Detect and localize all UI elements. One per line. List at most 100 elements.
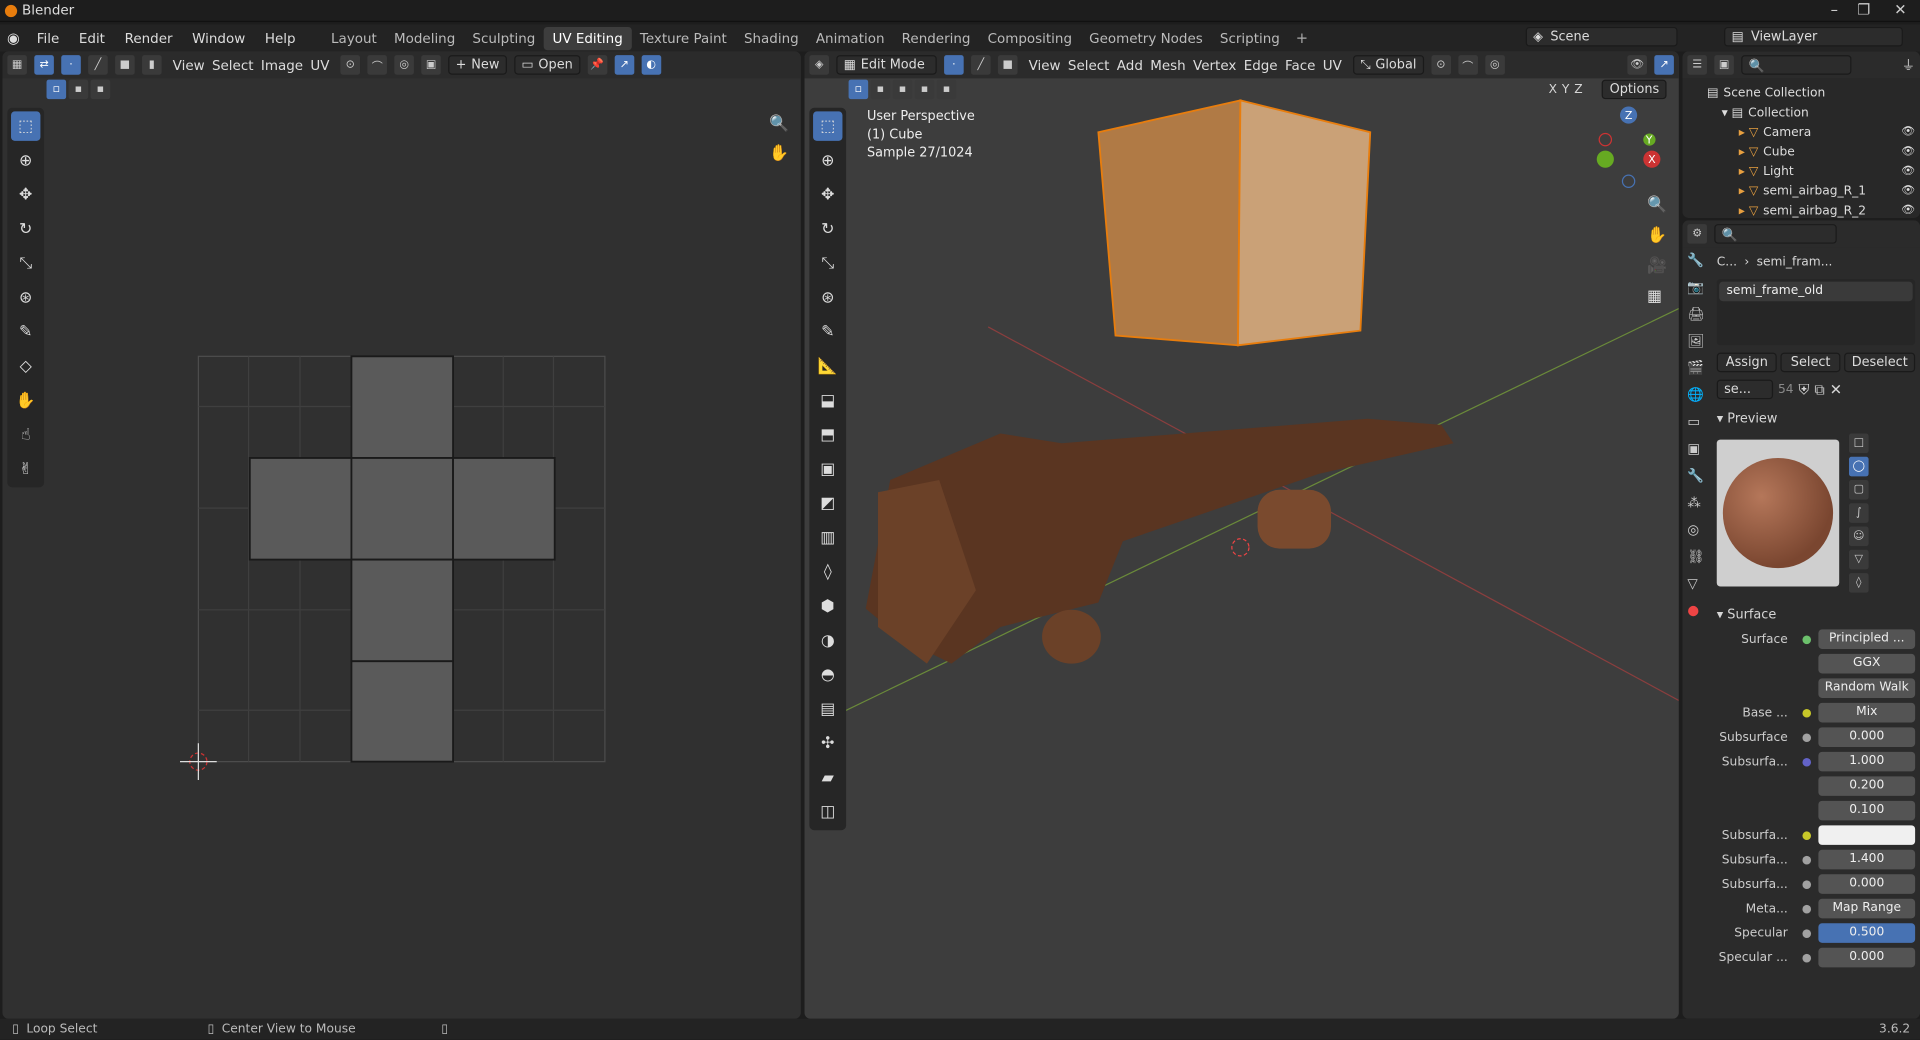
properties-editor[interactable]: ⚙ 🔍 🔧 📷 🖨 🖼 🎬 🌐 ▭ ▣ 🔧 ⁂ ◎ ⛓ ▽ ● C... › sem…	[1682, 220, 1920, 1019]
collection-tab-icon[interactable]: ▭	[1687, 414, 1704, 430]
uv-editor[interactable]: ▦ ⇄ · ╱ ■ ▮ View Select Image UV ⊙ ⌒ ◎ ▣ + N…	[2, 51, 801, 1019]
menu-window[interactable]: Window	[182, 30, 255, 46]
cursor-icon[interactable]: ⊕	[11, 146, 40, 175]
socket-dot-icon[interactable]	[1802, 855, 1812, 864]
menu-help[interactable]: Help	[255, 30, 305, 46]
socket-dot-icon[interactable]	[1802, 953, 1812, 962]
editor-type-icon[interactable]: ☰	[1687, 55, 1707, 75]
property-value[interactable]: 0.000	[1818, 874, 1916, 894]
material-slots[interactable]: semi_frame_old	[1716, 279, 1916, 346]
constraints-tab-icon[interactable]: ⛓	[1687, 549, 1704, 565]
particles-tab-icon[interactable]: ⁂	[1687, 495, 1704, 511]
menu-file[interactable]: File	[27, 30, 69, 46]
tab-uv-editing[interactable]: UV Editing	[543, 26, 632, 50]
material-slot-item[interactable]: semi_frame_old	[1719, 281, 1913, 302]
material-tab-icon[interactable]: ●	[1687, 602, 1704, 618]
move-icon[interactable]: ✥	[11, 180, 40, 209]
proportional-icon[interactable]: ◎	[394, 55, 414, 75]
uv-grid[interactable]	[174, 345, 639, 810]
tool-tab-icon[interactable]: 🔧	[1687, 252, 1704, 268]
tab-shading[interactable]: Shading	[735, 26, 807, 49]
property-value[interactable]: 1.400	[1818, 849, 1916, 870]
visibility-eye-icon[interactable]: 👁	[1901, 126, 1915, 138]
add-workspace-icon[interactable]: +	[1296, 29, 1308, 46]
spin-icon[interactable]: ◑	[813, 626, 842, 655]
property-value[interactable]: Random Walk	[1818, 678, 1916, 698]
assign-button[interactable]: Assign	[1716, 352, 1777, 373]
outliner-item[interactable]: ▸ ▽ semi_airbag_R_1 👁	[1707, 181, 1920, 201]
outliner-item[interactable]: ▸ ▽ Cube 👁	[1707, 142, 1920, 162]
physics-tab-icon[interactable]: ◎	[1687, 522, 1704, 538]
material-browse[interactable]: se...	[1716, 379, 1774, 400]
property-value[interactable]	[1818, 825, 1916, 845]
socket-dot-icon[interactable]	[1802, 928, 1812, 938]
scene-tab-icon[interactable]: 🎬	[1687, 360, 1704, 376]
property-value[interactable]: Map Range	[1818, 898, 1916, 919]
maximize-icon[interactable]: ❐	[1849, 1, 1878, 18]
editor-type-icon[interactable]: ⚙	[1687, 224, 1707, 244]
tab-geometry-nodes[interactable]: Geometry Nodes	[1081, 26, 1212, 49]
face-select-icon[interactable]: ■	[115, 55, 135, 75]
property-value[interactable]: Principled ...	[1818, 629, 1916, 649]
unlink-icon[interactable]: ✕	[1830, 381, 1842, 398]
preview-hair-icon[interactable]: ∫	[1848, 503, 1869, 523]
edge-select-icon[interactable]: ╱	[88, 55, 108, 75]
add-cube-icon[interactable]: ⬓	[813, 386, 842, 415]
visibility-eye-icon[interactable]: 👁	[1901, 185, 1915, 197]
property-value[interactable]: 0.000	[1818, 947, 1916, 968]
collection-row[interactable]: ▾ ▤ Collection	[1707, 103, 1920, 123]
socket-dot-icon[interactable]	[1802, 757, 1812, 766]
select-box-icon[interactable]: ⬚	[11, 111, 41, 141]
select-extend-icon[interactable]: ▪	[68, 79, 89, 100]
knife-icon[interactable]: ◊	[813, 557, 842, 586]
duplicate-icon[interactable]: ⧉	[1814, 380, 1825, 398]
rip-region-icon[interactable]: ◫	[813, 797, 842, 826]
tab-modeling[interactable]: Modeling	[385, 26, 463, 49]
rip-icon[interactable]: ◇	[11, 351, 40, 380]
menu-render[interactable]: Render	[115, 30, 183, 46]
sync-selection-icon[interactable]: ⇄	[34, 55, 54, 75]
annotate-icon[interactable]: ✎	[11, 317, 40, 346]
preview-fluid-icon[interactable]: ◊	[1848, 573, 1869, 593]
pivot-icon[interactable]: ⊙	[340, 55, 361, 75]
select-subtract-icon[interactable]: ▪	[90, 79, 111, 100]
blender-menu-icon[interactable]: ◉	[0, 29, 27, 46]
socket-dot-icon[interactable]	[1802, 904, 1812, 913]
bevel-icon[interactable]: ◩	[813, 489, 842, 518]
preview-flat-icon[interactable]: □	[1848, 433, 1869, 454]
uv-menu-uv[interactable]: UV	[307, 57, 333, 73]
pan-hand-icon[interactable]: ✋	[1647, 227, 1667, 245]
3d-viewport[interactable]: ◈ ▦ Edit Mode · ╱ ■ View Select Add Mesh Vert…	[804, 51, 1679, 1019]
ortho-grid-icon[interactable]: ▦	[1647, 288, 1667, 306]
transform-icon[interactable]: ⊛	[11, 283, 40, 312]
tab-layout[interactable]: Layout	[322, 26, 385, 49]
pin-icon[interactable]: 📌	[587, 55, 608, 75]
modifier-tab-icon[interactable]: 🔧	[1687, 468, 1704, 484]
uv-menu-view[interactable]: View	[169, 57, 208, 73]
display-mode-icon[interactable]: ▣	[1714, 55, 1734, 75]
surface-section-title[interactable]: ▾ Surface	[1717, 607, 1915, 622]
property-value[interactable]: 1.000	[1818, 751, 1916, 772]
image-browse-icon[interactable]: ▣	[421, 55, 441, 75]
property-value[interactable]: 0.100	[1818, 800, 1916, 821]
preview-sphere-icon[interactable]: ◯	[1848, 456, 1869, 477]
tab-scripting[interactable]: Scripting	[1211, 26, 1288, 49]
visibility-eye-icon[interactable]: 👁	[1901, 204, 1915, 216]
outliner-search-input[interactable]: 🔍	[1741, 55, 1852, 75]
visibility-eye-icon[interactable]: 👁	[1901, 165, 1915, 177]
preview-cube-icon[interactable]: ▢	[1848, 480, 1869, 500]
socket-dot-icon[interactable]	[1802, 879, 1812, 889]
overlay-icon[interactable]: ◐	[641, 55, 661, 75]
object-tab-icon[interactable]: ▣	[1687, 441, 1704, 457]
select-new-icon[interactable]: ▫	[46, 79, 67, 100]
socket-dot-icon[interactable]	[1802, 708, 1812, 717]
scale-icon[interactable]: ⤡	[813, 249, 842, 278]
new-image-button[interactable]: + New	[448, 55, 507, 75]
tab-sculpting[interactable]: Sculpting	[464, 26, 544, 49]
tab-texture-paint[interactable]: Texture Paint	[631, 26, 735, 49]
editor-type-icon[interactable]: ▦	[7, 55, 27, 75]
socket-dot-icon[interactable]	[1802, 634, 1812, 644]
deselect-button[interactable]: Deselect	[1844, 352, 1916, 373]
loop-cut-icon[interactable]: ▥	[813, 523, 842, 552]
property-value[interactable]: GGX	[1818, 653, 1916, 674]
